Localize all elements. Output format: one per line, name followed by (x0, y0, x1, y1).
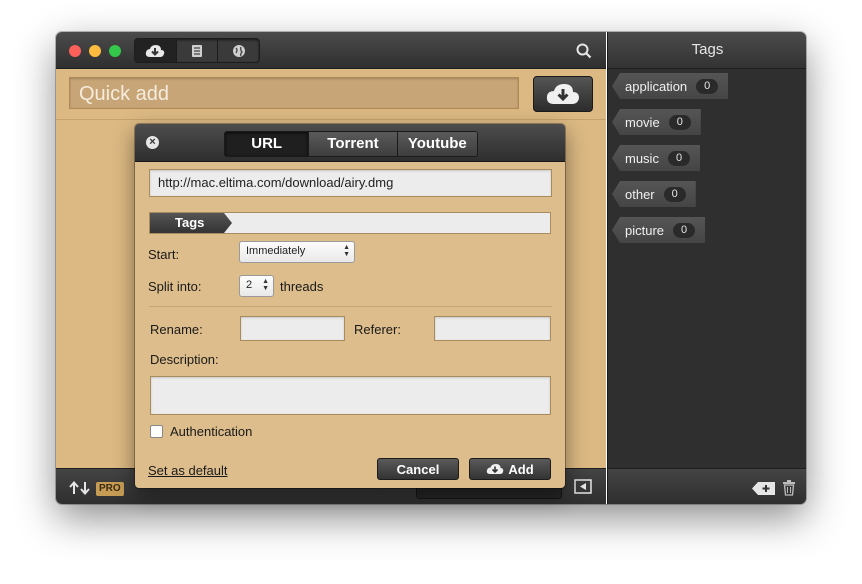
tag-count: 0 (696, 78, 719, 94)
add-button-label: Add (508, 461, 534, 477)
tags-field-label: Tags (150, 213, 232, 233)
tag-movie[interactable]: movie 0 (612, 109, 701, 135)
tag-application[interactable]: application 0 (612, 73, 729, 99)
tag-label: application (625, 78, 688, 94)
cloud-download-icon (546, 84, 579, 104)
description-input[interactable] (150, 376, 551, 415)
start-select-value: Immediately (246, 245, 306, 257)
zoom-window-button[interactable] (109, 45, 121, 57)
source-tabs: URL Torrent Youtube (224, 131, 478, 157)
tags-field[interactable]: Tags (149, 212, 551, 234)
set-as-default-link[interactable]: Set as default (148, 463, 228, 478)
cancel-button[interactable]: Cancel (377, 458, 459, 480)
dialog-header: × URL Torrent Youtube (135, 124, 565, 162)
tags-panel-title: Tags (608, 32, 806, 69)
tab-youtube[interactable]: Youtube (397, 132, 477, 156)
quick-add-bar: Quick add (56, 69, 606, 120)
tag-label: other (625, 186, 655, 202)
referer-input[interactable] (434, 316, 551, 341)
downloads-view-button[interactable] (135, 39, 177, 62)
minimize-window-button[interactable] (89, 45, 101, 57)
threads-label: threads (280, 279, 324, 294)
rename-label: Rename: (150, 322, 203, 337)
transfer-arrows-icon[interactable] (68, 481, 92, 495)
tag-music[interactable]: music 0 (612, 145, 701, 171)
tag-count: 0 (673, 222, 696, 238)
search-icon[interactable] (576, 43, 592, 59)
tab-url[interactable]: URL (225, 132, 310, 156)
threads-value: 2 (246, 279, 253, 291)
close-window-button[interactable] (69, 45, 81, 57)
rename-input[interactable] (240, 316, 345, 341)
tab-torrent[interactable]: Torrent (309, 132, 398, 156)
stepper-arrows-icon: ▲ ▼ (262, 278, 269, 292)
tag-count: 0 (667, 150, 691, 166)
url-input[interactable]: http://mac.eltima.com/download/airy.dmg (149, 169, 552, 197)
pro-badge: PRO (96, 482, 124, 496)
tag-picture[interactable]: picture 0 (612, 217, 706, 243)
threads-stepper[interactable]: 2 ▲ ▼ (239, 275, 274, 297)
cancel-button-label: Cancel (396, 461, 440, 477)
authentication-checkbox[interactable] (150, 425, 163, 438)
close-dialog-icon[interactable]: × (146, 136, 159, 149)
add-button[interactable]: Add (469, 458, 551, 480)
tag-label: music (625, 150, 659, 166)
tag-count: 0 (668, 114, 691, 130)
cloud-download-icon (487, 464, 504, 474)
start-select[interactable]: Immediately ▲ ▼ (239, 241, 355, 263)
list-icon (192, 44, 202, 57)
add-download-dialog: × URL Torrent Youtube http://mac.eltima.… (135, 124, 565, 488)
toggle-sidebar-icon[interactable] (574, 479, 592, 494)
browser-view-button[interactable] (218, 39, 259, 62)
authentication-label: Authentication (170, 424, 253, 439)
title-bar (56, 32, 606, 69)
quick-add-download-button[interactable] (533, 76, 593, 112)
globe-icon (232, 44, 245, 57)
tags-bottom-toolbar (608, 468, 806, 504)
list-view-button[interactable] (177, 39, 219, 62)
cloud-download-icon (146, 44, 165, 57)
section-divider (149, 306, 552, 307)
referer-label: Referer: (354, 322, 401, 337)
tag-label: picture (625, 222, 665, 238)
split-label: Split into: (148, 279, 202, 294)
trash-icon[interactable] (782, 480, 796, 496)
start-label: Start: (148, 247, 180, 262)
tag-label: movie (625, 114, 660, 130)
tag-count: 0 (663, 186, 686, 202)
view-segmented-control (134, 38, 260, 63)
tag-other[interactable]: other 0 (612, 181, 696, 207)
quick-add-input[interactable]: Quick add (69, 77, 519, 109)
description-label: Description: (150, 352, 219, 367)
tags-sidebar: Tags application 0 movie 0 music 0 other… (607, 32, 806, 504)
select-arrows-icon: ▲ ▼ (343, 244, 350, 258)
add-tag-icon[interactable] (752, 481, 776, 496)
